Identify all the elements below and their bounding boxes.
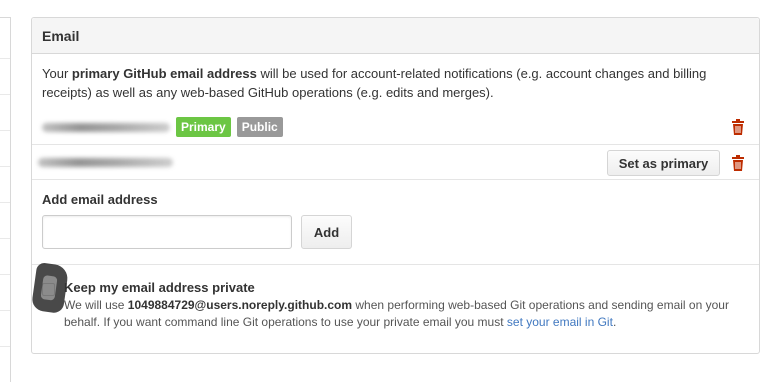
email-intro-text: Your primary GitHub email address will b… bbox=[42, 66, 707, 100]
divider bbox=[32, 264, 759, 265]
add-email-input[interactable] bbox=[42, 215, 292, 249]
email-settings-panel: Email Your primary GitHub email address … bbox=[30, 17, 760, 354]
panel-title: Email bbox=[32, 18, 759, 54]
redacted-email bbox=[42, 122, 170, 132]
set-email-in-git-link[interactable]: set your email in Git bbox=[507, 315, 613, 329]
set-as-primary-button[interactable]: Set as primary bbox=[607, 150, 720, 176]
noreply-email: 1049884729@users.noreply.github.com bbox=[127, 298, 353, 312]
public-badge: Public bbox=[236, 117, 283, 137]
redacted-email bbox=[38, 157, 173, 167]
left-sidebar bbox=[0, 17, 11, 382]
primary-badge: Primary bbox=[176, 117, 231, 137]
email-row-secondary: Set as primary bbox=[32, 144, 759, 180]
add-email-label: Add email address bbox=[42, 192, 158, 207]
add-email-button[interactable]: Add bbox=[301, 215, 352, 249]
keep-email-private-label[interactable]: Keep my email address private bbox=[64, 280, 255, 295]
keep-email-private-description: We will use 1049884729@users.noreply.git… bbox=[64, 298, 729, 329]
trash-icon[interactable] bbox=[731, 119, 745, 135]
trash-icon[interactable] bbox=[731, 155, 745, 171]
email-row-primary: Primary Public bbox=[32, 109, 759, 145]
